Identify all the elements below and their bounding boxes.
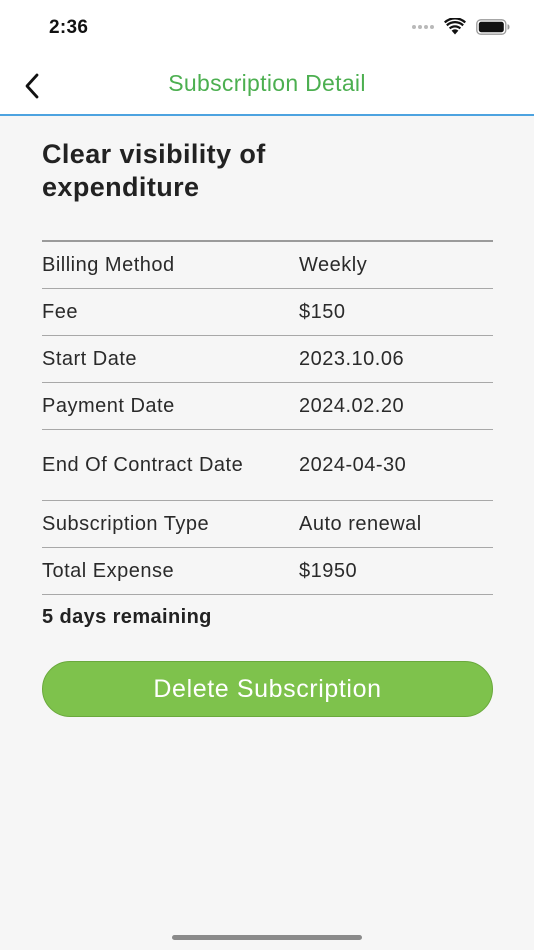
- row-billing-method: Billing Method Weekly: [42, 242, 493, 289]
- status-icons: [412, 18, 510, 35]
- battery-icon: [476, 18, 510, 35]
- row-label: Start Date: [42, 348, 138, 370]
- row-value: 2024.02.20: [299, 395, 405, 417]
- row-value: Auto renewal: [299, 513, 422, 535]
- row-fee: Fee $150: [42, 289, 493, 336]
- status-bar: 2:36: [0, 0, 534, 56]
- subscription-headline: Clear visibility of expenditure: [42, 138, 493, 204]
- home-indicator: [172, 935, 362, 940]
- details-table: Billing Method Weekly Fee $150 Start Dat…: [42, 240, 493, 595]
- row-value: $1950: [299, 560, 358, 582]
- navigation-bar: Subscription Detail: [0, 56, 534, 116]
- row-value: 2024-04-30: [299, 454, 407, 476]
- cellular-signal-icon: [412, 24, 434, 29]
- row-subscription-type: Subscription Type Auto renewal: [42, 501, 493, 548]
- row-label: Total Expense: [42, 560, 175, 582]
- row-end-of-contract-date: End Of Contract Date 2024-04-30: [42, 430, 493, 501]
- row-value: 2023.10.06: [299, 348, 405, 370]
- headline-line-1: Clear visibility of: [42, 139, 266, 169]
- row-value: $150: [299, 301, 346, 323]
- row-label: Payment Date: [42, 395, 175, 417]
- subscription-detail-content: Clear visibility of expenditure Billing …: [42, 138, 493, 717]
- row-payment-date: Payment Date 2024.02.20: [42, 383, 493, 430]
- row-label: Fee: [42, 301, 78, 323]
- status-time: 2:36: [49, 17, 89, 38]
- wifi-icon: [444, 18, 466, 35]
- row-label: Billing Method: [42, 254, 175, 276]
- row-start-date: Start Date 2023.10.06: [42, 336, 493, 383]
- page-title: Subscription Detail: [168, 70, 366, 96]
- row-value: Weekly: [299, 254, 368, 276]
- headline-line-2: expenditure: [42, 172, 200, 202]
- row-label: Subscription Type: [42, 513, 210, 535]
- row-total-expense: Total Expense $1950: [42, 548, 493, 595]
- delete-subscription-button[interactable]: Delete Subscription: [42, 661, 493, 717]
- row-label: End Of Contract Date: [42, 454, 244, 476]
- days-remaining-text: 5 days remaining: [42, 606, 212, 628]
